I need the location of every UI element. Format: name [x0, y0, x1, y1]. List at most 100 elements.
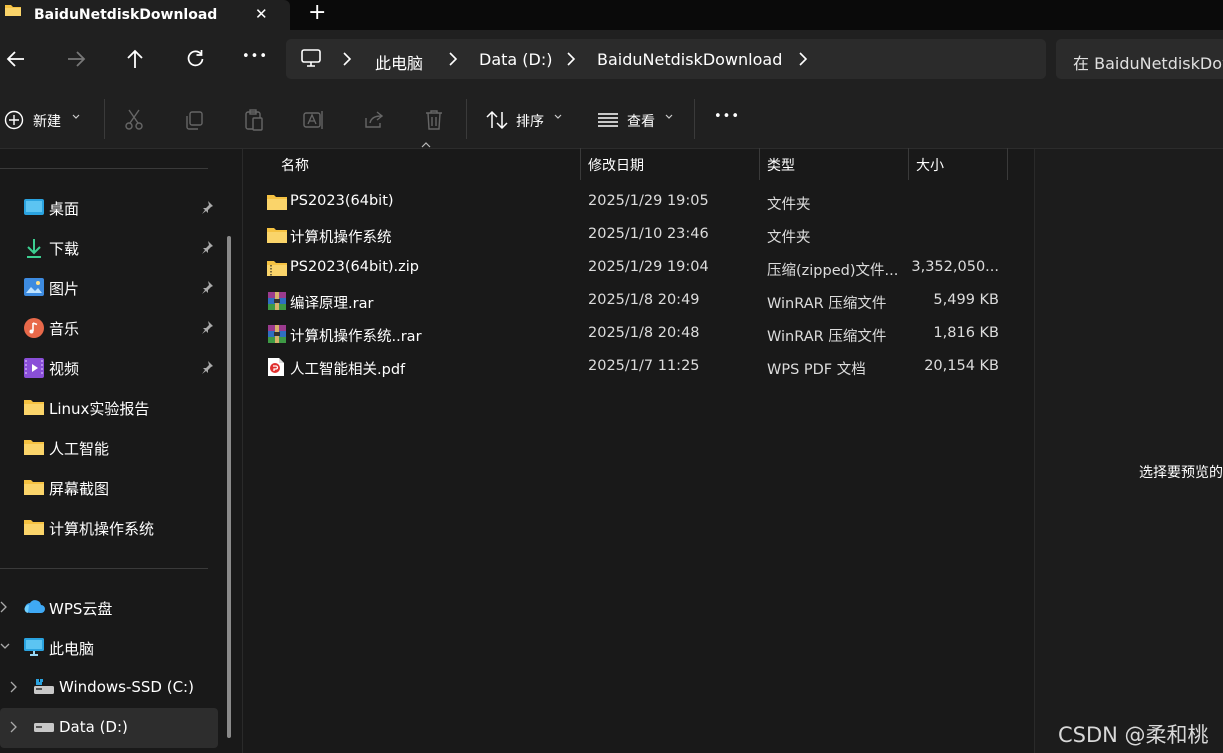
column-header-type[interactable]: 类型 [767, 155, 795, 175]
chevron-down-icon[interactable] [554, 114, 562, 120]
breadcrumb-item[interactable]: 此电脑 [375, 50, 423, 74]
file-date: 2025/1/29 19:04 [588, 259, 709, 275]
file-name[interactable]: PS2023(64bit) [290, 193, 394, 209]
tab-title: BaiduNetdiskDownload [34, 7, 218, 23]
column-header-date[interactable]: 修改日期 [588, 155, 644, 175]
sidebar-item-label: Data (D:) [59, 718, 128, 736]
delete-icon[interactable] [424, 109, 444, 131]
sidebar-item-videos[interactable]: 视频 [0, 348, 218, 388]
sidebar-item-this-pc[interactable]: 此电脑 [0, 628, 218, 668]
share-icon[interactable] [363, 110, 385, 130]
sidebar-scrollbar[interactable] [227, 236, 231, 738]
column-header-name[interactable]: 名称 [281, 155, 309, 175]
file-name[interactable]: 计算机操作系统 [290, 226, 392, 247]
preview-message: 选择要预览的 [1139, 465, 1223, 481]
file-name[interactable]: PS2023(64bit).zip [290, 259, 419, 275]
pc-icon [24, 638, 44, 656]
music-icon [24, 318, 44, 338]
pin-icon[interactable] [200, 240, 214, 254]
chevron-right-icon[interactable] [10, 681, 17, 693]
copy-icon[interactable] [184, 110, 204, 130]
folder-icon [4, 2, 22, 18]
new-tab-icon[interactable]: + [308, 0, 326, 25]
more-nav-icon[interactable]: ••• [242, 49, 268, 64]
sidebar-item-drive-c[interactable]: Windows-SSD (C:) [0, 668, 218, 708]
file-type: 文件夹 [767, 230, 811, 246]
sidebar-item-linux-report[interactable]: Linux实验报告 [0, 388, 218, 428]
arrow-right-icon[interactable] [66, 50, 86, 68]
pin-icon[interactable] [200, 360, 214, 374]
new-button[interactable]: 新建 [33, 111, 61, 131]
chevron-down-icon[interactable] [0, 643, 10, 650]
file-name[interactable]: 编译原理.rar [290, 292, 373, 313]
pin-icon[interactable] [200, 280, 214, 294]
chevron-right-icon[interactable] [448, 52, 458, 66]
file-size: 20,154 KB [924, 358, 999, 374]
cloud-icon [24, 598, 46, 614]
column-divider[interactable] [580, 148, 581, 180]
desktop-icon [24, 198, 44, 216]
refresh-icon[interactable] [186, 49, 205, 68]
file-date: 2025/1/10 23:46 [588, 226, 709, 242]
file-name[interactable]: 计算机操作系统..rar [290, 325, 422, 346]
column-divider[interactable] [1007, 148, 1008, 180]
more-options-icon[interactable]: ••• [714, 109, 740, 124]
sidebar-item-downloads[interactable]: 下载 [0, 228, 218, 268]
file-type: WinRAR 压缩文件 [767, 296, 887, 312]
zip-folder-icon [267, 259, 287, 276]
sidebar-item-os[interactable]: 计算机操作系统 [0, 508, 218, 548]
view-button[interactable]: 查看 [627, 111, 655, 131]
folder-icon [24, 398, 44, 415]
divider [0, 168, 208, 169]
chevron-right-icon[interactable] [0, 601, 7, 613]
drive-icon [34, 679, 54, 695]
sort-button[interactable]: 排序 [516, 111, 544, 131]
sidebar-item-label: 计算机操作系统 [49, 520, 155, 538]
sidebar-item-drive-d[interactable]: Data (D:) [0, 708, 218, 748]
sidebar-item-pictures[interactable]: 图片 [0, 268, 218, 308]
pin-icon[interactable] [200, 200, 214, 214]
sidebar-item-label: WPS云盘 [49, 600, 113, 618]
preview-pane [1034, 149, 1223, 753]
sidebar-item-label: 屏幕截图 [49, 480, 110, 498]
sidebar-item-desktop[interactable]: 桌面 [0, 188, 218, 228]
file-name[interactable]: 人工智能相关.pdf [290, 358, 405, 379]
cut-icon[interactable] [124, 109, 144, 131]
drive-icon [34, 721, 54, 733]
file-type: 文件夹 [767, 197, 811, 213]
sidebar-item-ai[interactable]: 人工智能 [0, 428, 218, 468]
view-icon[interactable] [597, 112, 619, 128]
paste-icon[interactable] [244, 109, 264, 131]
sidebar-item-screenshots[interactable]: 屏幕截图 [0, 468, 218, 508]
breadcrumb-item[interactable]: BaiduNetdiskDownload [597, 50, 782, 69]
chevron-right-icon[interactable] [566, 52, 576, 66]
sidebar-item-wps-cloud[interactable]: WPS云盘 [0, 588, 218, 628]
plus-circle-icon[interactable] [4, 110, 24, 130]
divider [104, 99, 105, 139]
chevron-right-icon[interactable] [798, 52, 808, 66]
close-tab-icon[interactable]: ✕ [255, 5, 268, 23]
breadcrumb-item[interactable]: Data (D:) [479, 50, 552, 69]
chevron-down-icon[interactable] [72, 114, 80, 120]
folder-icon [267, 226, 287, 243]
sidebar-item-label: 下载 [49, 240, 80, 258]
download-icon [24, 238, 44, 258]
chevron-right-icon[interactable] [10, 721, 17, 733]
rename-icon[interactable] [303, 110, 325, 130]
file-size: 3,352,050... [911, 259, 999, 275]
sidebar-item-music[interactable]: 音乐 [0, 308, 218, 348]
sidebar-item-label: Linux实验报告 [49, 400, 150, 418]
column-divider[interactable] [759, 148, 760, 180]
search-placeholder[interactable]: 在 BaiduNetdiskDow [1073, 50, 1223, 74]
arrow-left-icon[interactable] [6, 50, 26, 68]
column-divider[interactable] [908, 148, 909, 180]
file-size: 5,499 KB [933, 292, 999, 308]
pin-icon[interactable] [200, 320, 214, 334]
chevron-right-icon[interactable] [342, 52, 352, 66]
chevron-down-icon[interactable] [665, 114, 673, 120]
arrow-up-icon[interactable] [126, 49, 144, 69]
sort-icon[interactable] [486, 110, 508, 130]
sort-ascending-icon [421, 142, 431, 148]
file-date: 2025/1/8 20:48 [588, 325, 700, 341]
column-header-size[interactable]: 大小 [916, 155, 944, 175]
